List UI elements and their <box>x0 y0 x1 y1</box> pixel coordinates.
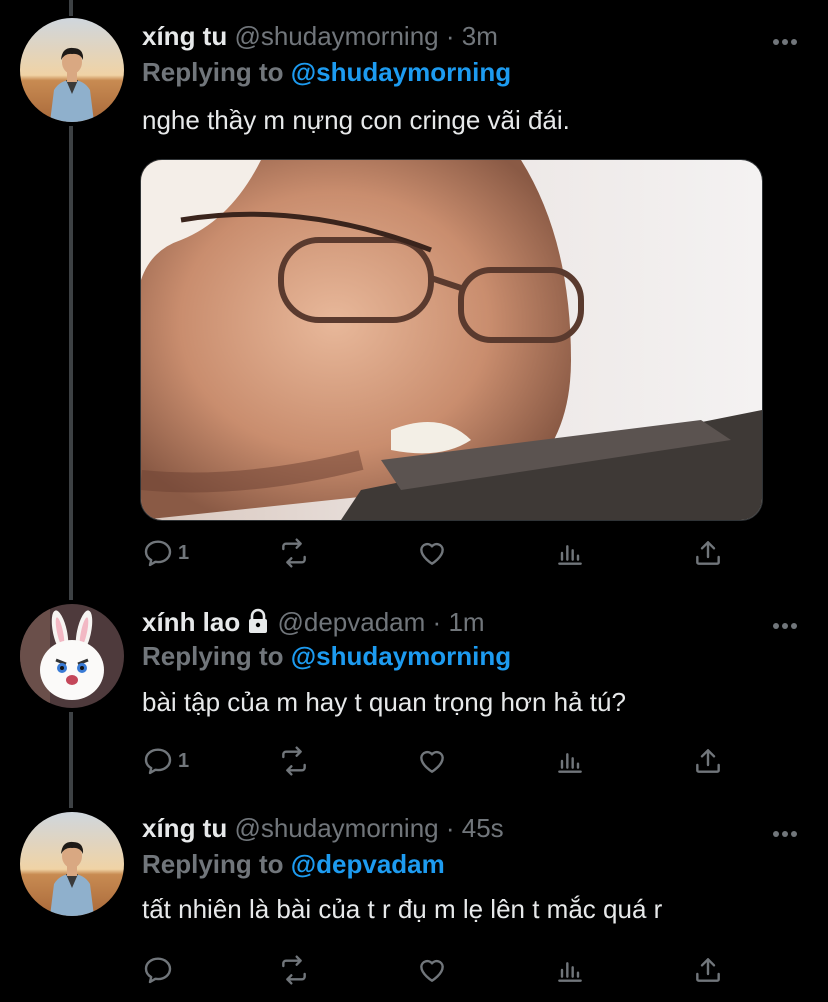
reply-count: 1 <box>178 749 190 772</box>
share-button[interactable] <box>692 743 724 779</box>
heart-icon <box>420 750 444 773</box>
separator: · <box>445 813 455 843</box>
mention-link[interactable]: @depvadam <box>291 849 445 879</box>
reply-icon <box>144 957 172 984</box>
tweet-header: xính lao @depvadam · 1m <box>142 606 485 638</box>
reply-icon <box>144 748 172 775</box>
tweet-text: bài tập của m hay t quan trọng hơn hả tú… <box>142 687 626 717</box>
media-image-icon <box>141 160 762 520</box>
analytics-icon <box>558 545 582 565</box>
share-icon <box>696 541 720 565</box>
more-options-icon[interactable] <box>772 825 798 837</box>
replying-to: Replying to @shudaymorning <box>142 56 511 88</box>
user-handle[interactable]: @shudaymorning <box>234 813 438 843</box>
person-portrait-icon <box>20 812 124 916</box>
retweet-icon <box>282 538 306 568</box>
separator: · <box>445 21 455 51</box>
timestamp[interactable]: 45s <box>462 813 504 843</box>
reply-button[interactable] <box>142 952 178 988</box>
avatar[interactable] <box>20 812 124 916</box>
reply-icon <box>144 540 172 567</box>
tweet-actions <box>142 952 742 988</box>
analytics-button[interactable] <box>554 952 586 988</box>
share-button[interactable] <box>692 535 724 571</box>
more-options-icon[interactable] <box>772 33 798 45</box>
more-options-icon[interactable] <box>772 617 798 629</box>
user-handle[interactable]: @depvadam <box>277 607 425 637</box>
like-button[interactable] <box>416 952 448 988</box>
tweet-header: xíng tu @shudaymorning · 3m <box>142 20 498 52</box>
retweet-button[interactable] <box>278 535 310 571</box>
lock-icon <box>249 608 268 633</box>
timestamp[interactable]: 3m <box>462 21 498 51</box>
replying-label: Replying to <box>142 641 284 671</box>
thread-line <box>69 0 73 16</box>
replying-label: Replying to <box>142 57 284 87</box>
user-handle[interactable]: @shudaymorning <box>234 21 438 51</box>
display-name[interactable]: xíng tu <box>142 813 227 843</box>
replying-label: Replying to <box>142 849 284 879</box>
retweet-button[interactable] <box>278 952 310 988</box>
display-name[interactable]: xíng tu <box>142 21 227 51</box>
replying-to: Replying to @depvadam <box>142 848 445 880</box>
share-icon <box>696 958 720 982</box>
tweet-actions: 1 <box>142 535 742 571</box>
tweet-media[interactable] <box>140 159 763 521</box>
replying-to: Replying to @shudaymorning <box>142 640 511 672</box>
analytics-button[interactable] <box>554 743 586 779</box>
display-name[interactable]: xính lao <box>142 607 240 637</box>
share-icon <box>696 749 720 773</box>
tweet-actions: 1 <box>142 743 742 779</box>
share-button[interactable] <box>692 952 724 988</box>
analytics-button[interactable] <box>554 535 586 571</box>
separator: · <box>432 607 442 637</box>
tweet-text: tất nhiên là bài của t r đụ m lẹ lên t m… <box>142 894 663 924</box>
tweet-header: xíng tu @shudaymorning · 45s <box>142 812 504 844</box>
mention-link[interactable]: @shudaymorning <box>291 57 511 87</box>
person-portrait-icon <box>20 18 124 122</box>
like-button[interactable] <box>416 535 448 571</box>
analytics-icon <box>558 753 582 773</box>
heart-icon <box>420 959 444 982</box>
like-button[interactable] <box>416 743 448 779</box>
avatar[interactable] <box>20 604 124 708</box>
retweet-button[interactable] <box>278 743 310 779</box>
analytics-icon <box>558 962 582 982</box>
thread-line <box>69 712 73 808</box>
thread-line <box>69 126 73 600</box>
heart-icon <box>420 542 444 565</box>
avatar[interactable] <box>20 18 124 122</box>
mention-link[interactable]: @shudaymorning <box>291 641 511 671</box>
reply-count: 1 <box>178 541 190 564</box>
white-bunny-icon <box>20 604 124 708</box>
timestamp[interactable]: 1m <box>448 607 484 637</box>
tweet-text: nghe thầy m nựng con cringe vãi đái. <box>142 105 570 135</box>
reply-button[interactable]: 1 <box>142 743 189 779</box>
retweet-icon <box>282 746 306 776</box>
reply-button[interactable]: 1 <box>142 535 189 571</box>
retweet-icon <box>282 955 306 985</box>
